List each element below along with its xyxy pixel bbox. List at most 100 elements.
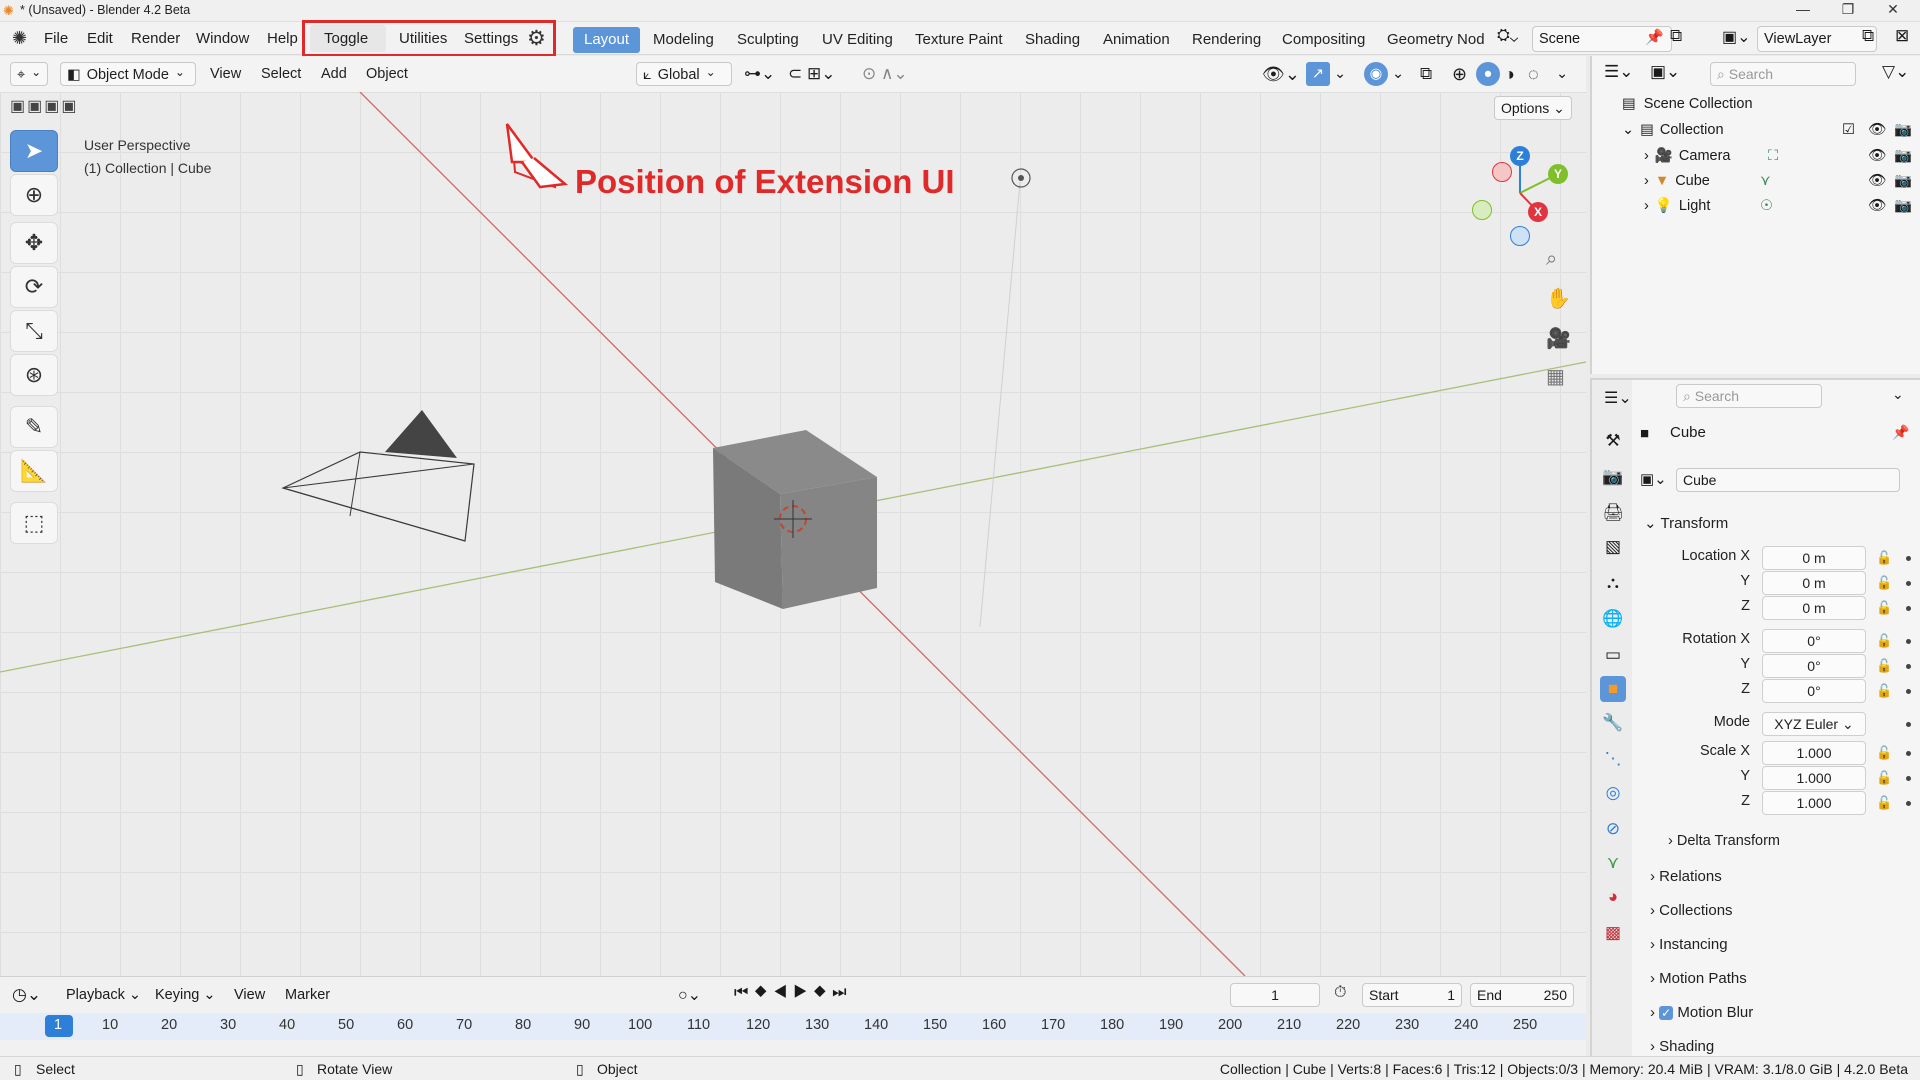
ortho-grid-icon[interactable]: ▦: [1546, 364, 1565, 389]
marker-menu[interactable]: Marker: [285, 987, 330, 1003]
render-camera-icon[interactable]: 📷: [1894, 194, 1912, 218]
gizmo-neg-x-axis[interactable]: [1492, 162, 1512, 182]
move-tool-icon[interactable]: ✥: [10, 222, 58, 264]
shading-dropdown-icon[interactable]: ⌄: [1556, 62, 1568, 86]
section-shading[interactable]: › Shading: [1650, 1038, 1714, 1055]
particles-tab-icon[interactable]: ⋱: [1600, 746, 1626, 772]
output-tab-icon[interactable]: 🖨: [1600, 500, 1626, 526]
lock-icon[interactable]: 🔓: [1876, 770, 1892, 786]
collection-checkbox-icon[interactable]: ☑: [1842, 118, 1855, 142]
data-tab-icon[interactable]: ⋎: [1600, 850, 1626, 876]
solid-shading-icon[interactable]: ●: [1476, 62, 1500, 86]
tab-compositing[interactable]: Compositing: [1271, 27, 1376, 53]
header-menu-add[interactable]: Add: [321, 62, 347, 86]
overlay-toggle-icon[interactable]: ◉: [1364, 62, 1388, 86]
keyframe-dot-icon[interactable]: [1906, 722, 1911, 727]
section-collections[interactable]: › Collections: [1650, 902, 1733, 919]
keyframe-dot-icon[interactable]: [1906, 776, 1911, 781]
lock-icon[interactable]: 🔓: [1876, 658, 1892, 674]
outliner-editor-type-icon[interactable]: ☰⌄: [1604, 62, 1633, 82]
render-camera-icon[interactable]: 📷: [1894, 118, 1912, 142]
navigation-gizmo[interactable]: Z Y X: [1465, 138, 1575, 248]
pin-icon[interactable]: 📌: [1892, 424, 1909, 441]
timeline-view-menu[interactable]: View: [234, 987, 265, 1003]
viewlayer-name-field[interactable]: ViewLayer: [1757, 26, 1877, 52]
measure-tool-icon[interactable]: 📐: [10, 450, 58, 492]
outliner-search-input[interactable]: ⌕ Search: [1710, 62, 1856, 86]
outliner-row-scene-collection[interactable]: ▤ Scene Collection: [1592, 92, 1920, 116]
keyframe-dot-icon[interactable]: [1906, 664, 1911, 669]
visibility-eye-icon[interactable]: 👁: [1868, 144, 1886, 168]
location-x-field[interactable]: 0 m: [1762, 546, 1866, 570]
outliner-row-cube[interactable]: › ▼ Cube ⋎ 👁 📷: [1592, 169, 1920, 193]
rotation-z-field[interactable]: 0°: [1762, 679, 1866, 703]
start-frame-field[interactable]: Start 1: [1362, 983, 1462, 1007]
keyframe-dot-icon[interactable]: [1906, 801, 1911, 806]
location-y-field[interactable]: 0 m: [1762, 571, 1866, 595]
keyframe-dot-icon[interactable]: [1906, 581, 1911, 586]
scene-tab-icon[interactable]: ⛬: [1600, 570, 1626, 596]
tab-layout[interactable]: Layout: [573, 27, 641, 53]
wireframe-shading-icon[interactable]: ⊕: [1452, 62, 1467, 86]
proportional-edit-icon[interactable]: ⊙ ∧⌄: [862, 62, 908, 86]
display-mode-icon[interactable]: ▣⌄: [1650, 62, 1680, 82]
visibility-icon[interactable]: 👁⌄: [1262, 62, 1300, 86]
remove-viewlayer-icon[interactable]: ⊠: [1895, 26, 1909, 46]
snap-icon[interactable]: ⊂ ⊞⌄: [788, 62, 835, 86]
lock-icon[interactable]: 🔓: [1876, 550, 1892, 566]
tab-uv-editing[interactable]: UV Editing: [811, 27, 904, 53]
extension-utilities[interactable]: Utilities: [399, 30, 447, 47]
mode-dropdown[interactable]: ◧ Object Mode: [60, 62, 196, 86]
constraints-tab-icon[interactable]: ⊘: [1600, 816, 1626, 842]
pivot-icon[interactable]: ⊶⌄: [744, 62, 775, 86]
scale-x-field[interactable]: 1.000: [1762, 741, 1866, 765]
playback-controls[interactable]: ⏮◆◀▶◆⏭: [734, 984, 853, 1002]
rotation-x-field[interactable]: 0°: [1762, 629, 1866, 653]
lock-icon[interactable]: 🔓: [1876, 633, 1892, 649]
lock-icon[interactable]: 🔓: [1876, 575, 1892, 591]
annotate-tool-icon[interactable]: ✎: [10, 406, 58, 448]
visibility-eye-icon[interactable]: 👁: [1868, 194, 1886, 218]
new-scene-icon[interactable]: ⧉: [1670, 26, 1682, 46]
gizmo-neg-y-axis[interactable]: [1472, 200, 1492, 220]
editor-type-button[interactable]: ⌖: [10, 62, 48, 86]
current-frame-field[interactable]: 1: [1230, 983, 1320, 1007]
texture-tab-icon[interactable]: ▩: [1600, 920, 1626, 946]
gizmo-z-axis[interactable]: Z: [1510, 146, 1530, 166]
visibility-eye-icon[interactable]: 👁: [1868, 169, 1886, 193]
modifiers-tab-icon[interactable]: 🔧: [1600, 710, 1626, 736]
keyframe-dot-icon[interactable]: [1906, 556, 1911, 561]
pan-hand-icon[interactable]: ✋: [1546, 286, 1571, 311]
view-layer-tab-icon[interactable]: ▧: [1600, 534, 1626, 560]
world-tab-icon[interactable]: 🌐: [1600, 606, 1626, 632]
add-cube-tool-icon[interactable]: ⬚: [10, 502, 58, 544]
cursor-tool-icon[interactable]: ⊕: [10, 174, 58, 216]
object-browse-icon[interactable]: ▣⌄: [1640, 470, 1667, 488]
render-tab-icon[interactable]: 📷: [1600, 464, 1626, 490]
render-camera-icon[interactable]: 📷: [1894, 144, 1912, 168]
lock-icon[interactable]: 🔓: [1876, 600, 1892, 616]
select-tool-icon[interactable]: ➤: [10, 130, 58, 172]
lock-icon[interactable]: 🔓: [1876, 795, 1892, 811]
gizmo-y-axis[interactable]: Y: [1548, 164, 1568, 184]
menu-help[interactable]: Help: [267, 30, 298, 47]
new-viewlayer-icon[interactable]: ⧉: [1862, 26, 1874, 46]
minimize-button[interactable]: —: [1788, 1, 1818, 17]
filter-icon[interactable]: ▽⌄: [1882, 62, 1909, 82]
lock-icon[interactable]: 🔓: [1876, 745, 1892, 761]
playback-menu[interactable]: Playback ⌄: [66, 987, 141, 1003]
xray-icon[interactable]: ⧉: [1420, 62, 1432, 86]
tab-geometry-nodes[interactable]: Geometry Nod: [1376, 27, 1496, 53]
preview-range-icon[interactable]: ⏱: [1334, 984, 1346, 1002]
render-camera-icon[interactable]: 📷: [1894, 169, 1912, 193]
scene-selector-icon[interactable]: ⛭⌄: [1497, 27, 1518, 45]
tool-tab-icon[interactable]: ⚒: [1600, 428, 1626, 454]
lock-icon[interactable]: 🔓: [1876, 683, 1892, 699]
viewlayer-selector-icon[interactable]: ▣⌄: [1722, 27, 1751, 47]
gear-icon[interactable]: ⚙: [527, 26, 546, 51]
zoom-icon[interactable]: ⌕: [1546, 248, 1557, 271]
overlay-dropdown-icon[interactable]: ⌄: [1392, 62, 1404, 86]
keyframe-dot-icon[interactable]: [1906, 689, 1911, 694]
frame-ruler[interactable]: 1 10 20 30 40 50 60 70 80 90 100 110 120…: [0, 1013, 1586, 1040]
material-shading-icon[interactable]: ◑: [1504, 62, 1515, 86]
